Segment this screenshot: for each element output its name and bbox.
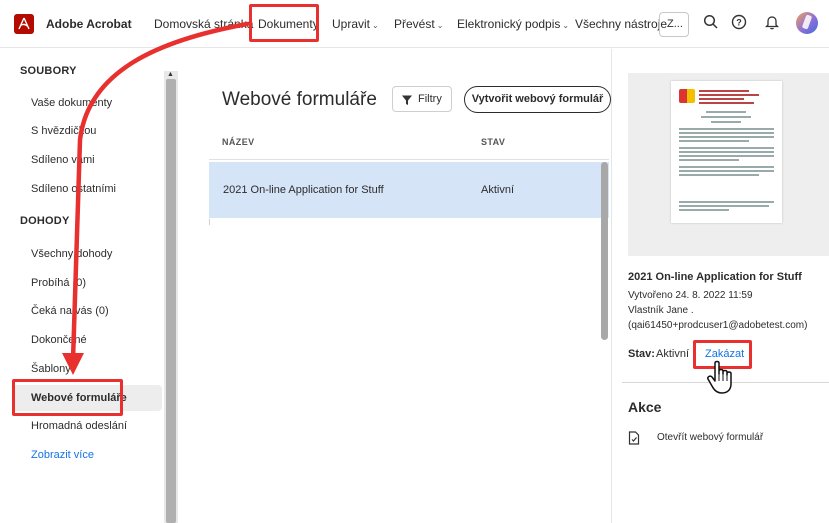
avatar[interactable] (796, 12, 818, 34)
nav-documents[interactable]: Dokumenty (258, 17, 319, 31)
nav-all-tools[interactable]: Všechny nástroje (575, 17, 667, 31)
sidebar-heading-agreements: DOHODY (20, 215, 70, 227)
action-open-label: Otevřít webový formulář (657, 432, 764, 443)
panel-created-date: Vytvořeno 24. 8. 2022 11:59 (628, 290, 753, 301)
sidebar-item-templates[interactable]: Šablony (31, 363, 71, 375)
panel-form-title: 2021 On-line Application for Stuff (628, 271, 802, 283)
panel-status-label: Stav: (628, 348, 655, 360)
nav-edit[interactable]: Upravit ⌄ (332, 17, 379, 31)
nav-esign[interactable]: Elektronický podpis ⌄ (457, 17, 569, 31)
nav-esign-label: Elektronický podpis (457, 17, 561, 31)
sidebar-item-all-agreements[interactable]: Všechny dohody (31, 248, 112, 260)
sidebar-show-more-link[interactable]: Zobrazit více (31, 449, 94, 461)
sidebar-item-your-documents[interactable]: Vaše dokumenty (31, 97, 112, 109)
column-header-name[interactable]: NÁZEV (222, 137, 255, 147)
table-header-divider (209, 159, 609, 160)
university-logo-icon (679, 89, 695, 103)
nav-edit-label: Upravit (332, 17, 371, 31)
table-row[interactable]: 2021 On-line Application for Stuff Aktiv… (209, 162, 609, 218)
sidebar-item-waiting-for-you[interactable]: Čeká na vás (0) (31, 305, 109, 317)
sidebar-item-web-forms[interactable]: Webové formuláře (12, 385, 162, 411)
filter-button-label: Filtry (418, 93, 442, 105)
nav-convert-label: Převést (394, 17, 435, 31)
sidebar-scrollbar-thumb[interactable] (166, 79, 176, 523)
sidebar-item-mass-send[interactable]: Hromadná odeslání (31, 420, 127, 432)
document-preview (671, 81, 782, 223)
document-thumbnail[interactable] (628, 73, 829, 256)
row-status-cell: Aktivní (481, 184, 515, 196)
svg-text:?: ? (736, 18, 742, 28)
nav-home[interactable]: Domovská stránka (154, 17, 253, 31)
sidebar-heading-files: SOUBORY (20, 65, 77, 77)
panel-owner: Vlastník Jane . (628, 305, 694, 316)
row-name-cell: 2021 On-line Application for Stuff (223, 184, 384, 196)
disable-link[interactable]: Zakázat (705, 348, 744, 360)
sidebar-item-shared-by-you[interactable]: Sdíleno vámi (31, 154, 95, 166)
search-input[interactable]: Z... (659, 12, 689, 37)
filter-button[interactable]: Filtry (392, 86, 452, 112)
sidebar-item-shared-by-others[interactable]: Sdíleno ostatními (31, 183, 116, 195)
acrobat-logo-icon[interactable] (14, 14, 34, 34)
sidebar-item-completed[interactable]: Dokončené (31, 334, 87, 346)
filter-icon (401, 94, 413, 109)
chevron-down-icon: ⌄ (562, 21, 570, 30)
row-separator (209, 219, 210, 225)
details-panel: 2021 On-line Application for Stuff Vytvo… (612, 49, 829, 523)
nav-convert[interactable]: Převést ⌄ (394, 17, 443, 31)
scroll-up-arrow-icon[interactable]: ▲ (167, 71, 174, 78)
help-icon[interactable]: ? (731, 14, 747, 35)
app-title: Adobe Acrobat (46, 17, 132, 31)
sidebar-item-starred[interactable]: S hvězdičkou (31, 125, 96, 137)
panel-owner-email: (qai61450+prodcuser1@adobetest.com) (628, 320, 808, 331)
create-web-form-button[interactable]: Vytvořit webový formulář (464, 86, 611, 113)
chevron-down-icon: ⌄ (436, 21, 444, 30)
main-content: Webové formuláře Filtry Vytvořit webový … (190, 49, 612, 523)
column-header-status[interactable]: STAV (481, 137, 505, 147)
sidebar-item-in-progress[interactable]: Probíhá (0) (31, 277, 86, 289)
main-scrollbar-thumb[interactable] (601, 162, 608, 340)
top-navigation: Adobe Acrobat Domovská stránka Dokumenty… (0, 0, 829, 48)
page-title: Webové formuláře (222, 89, 377, 110)
panel-status-value: Aktivní (656, 348, 690, 360)
sidebar: SOUBORY Vaše dokumenty S hvězdičkou Sdíl… (0, 49, 180, 523)
document-icon (628, 431, 640, 448)
bell-icon[interactable] (764, 14, 780, 35)
hand-cursor-icon (707, 360, 732, 394)
chevron-down-icon: ⌄ (372, 21, 379, 30)
actions-heading: Akce (628, 399, 662, 415)
search-icon[interactable] (703, 14, 719, 35)
